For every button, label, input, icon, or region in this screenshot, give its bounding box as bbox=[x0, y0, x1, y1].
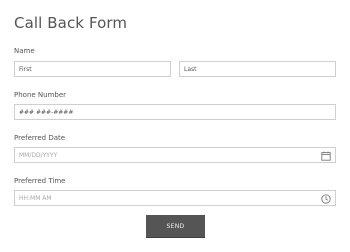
name-label: Name bbox=[14, 47, 35, 55]
time-label: Preferred Time bbox=[14, 177, 66, 185]
time-field[interactable]: HH:MM AM bbox=[14, 190, 336, 206]
time-placeholder: HH:MM AM bbox=[19, 194, 52, 202]
first-name-field[interactable]: First bbox=[14, 61, 171, 77]
date-label: Preferred Date bbox=[14, 134, 66, 142]
call-back-form: Call Back Form Name First Last Phone Num… bbox=[0, 0, 350, 252]
phone-text: ### ###-#### bbox=[19, 108, 74, 116]
last-name-text: Last bbox=[184, 65, 197, 73]
date-placeholder: MM/DD/YYYY bbox=[19, 151, 58, 159]
first-name-text: First bbox=[19, 65, 32, 73]
date-field[interactable]: MM/DD/YYYY bbox=[14, 147, 336, 163]
phone-field[interactable]: ### ###-#### bbox=[14, 104, 336, 120]
send-button[interactable]: SEND bbox=[146, 215, 205, 237]
calendar-icon[interactable] bbox=[321, 151, 331, 161]
phone-label: Phone Number bbox=[14, 91, 67, 99]
form-title: Call Back Form bbox=[14, 14, 128, 32]
clock-icon[interactable] bbox=[321, 194, 331, 204]
last-name-field[interactable]: Last bbox=[179, 61, 336, 77]
